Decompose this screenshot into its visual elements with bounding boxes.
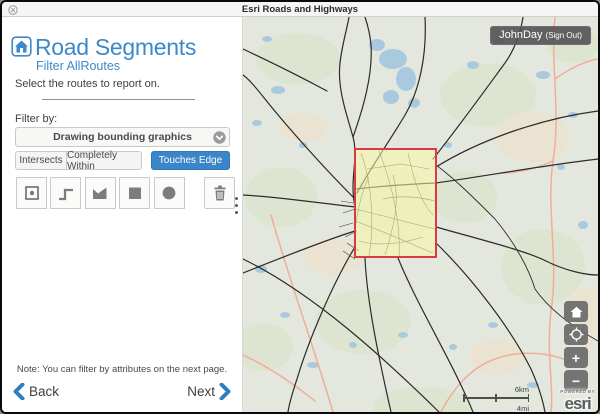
zoom-in-button[interactable]: + xyxy=(564,347,588,368)
locate-button[interactable] xyxy=(564,324,588,345)
home-icon[interactable] xyxy=(11,36,32,57)
draw-polygon-button[interactable] xyxy=(85,177,116,209)
esri-logo: POWERED BY esri xyxy=(560,390,595,413)
dropdown-selected-value: Drawing bounding graphics xyxy=(53,131,192,143)
divider xyxy=(42,99,195,100)
map-canvas[interactable]: JohnDay (Sign Out) + − xyxy=(243,17,598,412)
window-title: Esri Roads and Highways xyxy=(242,4,358,15)
trash-icon xyxy=(211,184,229,202)
instruction-text: Select the routes to report on. xyxy=(15,78,160,90)
circle-icon xyxy=(160,184,178,202)
home-extent-button[interactable] xyxy=(564,301,588,322)
app-window: Esri Roads and Highways Road Segments Fi… xyxy=(0,0,600,414)
page-subtitle: Filter AllRoutes xyxy=(36,59,120,73)
user-name: JohnDay xyxy=(499,29,542,41)
user-signout-button[interactable]: JohnDay (Sign Out) xyxy=(490,26,591,45)
polygon-icon xyxy=(91,184,109,202)
spatial-relation-buttons: Intersects Completely Within Touches Edg… xyxy=(15,151,230,170)
next-button[interactable]: Next xyxy=(187,383,231,400)
rectangle-icon xyxy=(126,184,144,202)
draw-rectangle-button[interactable] xyxy=(119,177,150,209)
back-label: Back xyxy=(29,384,59,399)
completely-within-button[interactable]: Completely Within xyxy=(67,151,142,170)
note-text: Note: You can filter by attributes on th… xyxy=(2,364,242,375)
selection-rectangle[interactable] xyxy=(355,149,436,257)
title-bar: Esri Roads and Highways xyxy=(2,2,598,17)
touches-edge-button[interactable]: Touches Edge xyxy=(151,151,230,170)
page-title: Road Segments xyxy=(35,34,196,61)
point-icon xyxy=(23,184,41,202)
zoom-out-button[interactable]: − xyxy=(564,370,588,391)
filter-panel: Road Segments Filter AllRoutes Select th… xyxy=(2,17,243,412)
next-label: Next xyxy=(187,384,215,399)
filter-method-dropdown[interactable]: Drawing bounding graphics xyxy=(15,127,230,147)
esri-wordmark: esri xyxy=(560,395,595,412)
home-extent-icon xyxy=(570,306,583,318)
draw-circle-button[interactable] xyxy=(154,177,185,209)
back-button[interactable]: Back xyxy=(13,383,59,400)
filter-by-label: Filter by: xyxy=(15,113,57,125)
draw-line-button[interactable] xyxy=(50,177,81,209)
panel-resize-handle[interactable] xyxy=(235,197,239,218)
chevron-left-icon xyxy=(13,383,25,400)
polyline-icon xyxy=(57,184,75,202)
map-controls: + − xyxy=(564,301,588,393)
draw-point-button[interactable] xyxy=(16,177,47,209)
intersects-button[interactable]: Intersects xyxy=(15,151,67,170)
sign-out-label: (Sign Out) xyxy=(546,31,582,40)
close-icon[interactable] xyxy=(8,5,18,15)
delete-graphics-button[interactable] xyxy=(204,177,235,209)
locate-icon xyxy=(569,327,584,342)
chevron-right-icon xyxy=(219,383,231,400)
draw-tools-toolbar xyxy=(16,177,234,209)
chevron-down-icon xyxy=(213,131,226,144)
basemap-graphic xyxy=(243,17,598,412)
